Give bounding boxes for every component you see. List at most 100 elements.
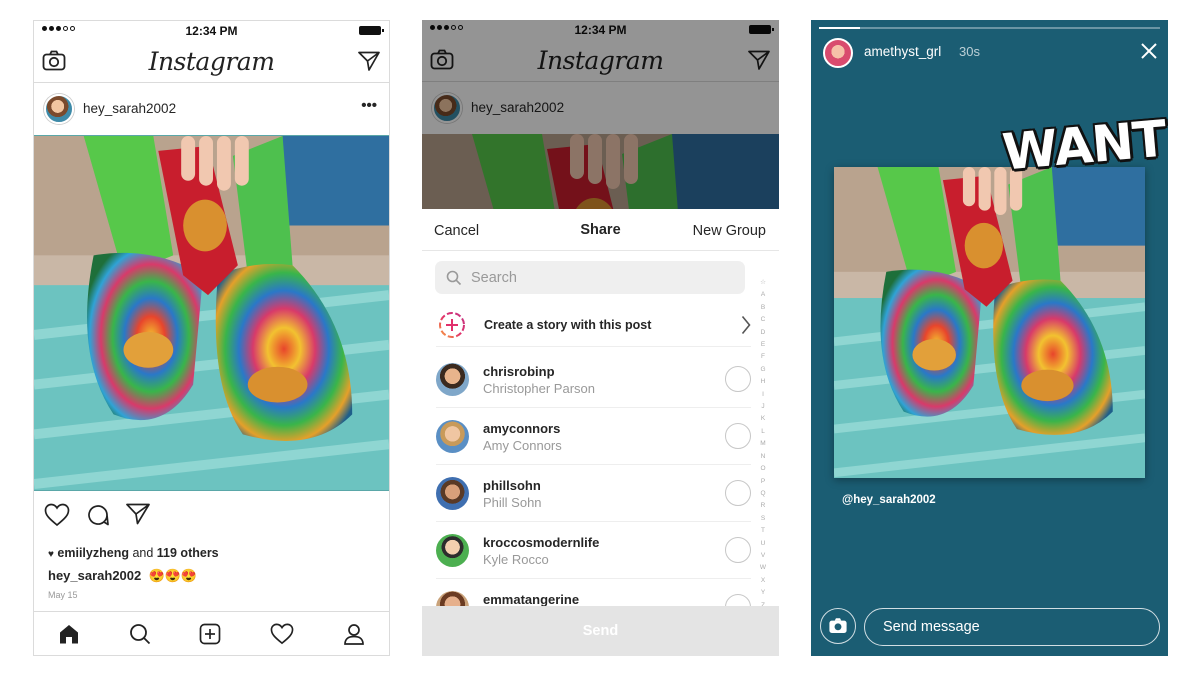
index-letter[interactable]: P: [759, 476, 767, 488]
contact-row[interactable]: kroccosmodernlife Kyle Rocco: [436, 522, 751, 579]
index-letter[interactable]: ☆: [759, 277, 767, 289]
index-letter[interactable]: Y: [759, 587, 767, 599]
index-letter[interactable]: I: [759, 389, 767, 401]
post-photo[interactable]: [34, 135, 389, 491]
battery-icon: [359, 26, 384, 35]
select-radio[interactable]: [725, 480, 751, 506]
avatar: [436, 477, 469, 510]
index-letter[interactable]: O: [759, 463, 767, 475]
top-bar: Instagram: [34, 41, 389, 83]
avatar: [432, 93, 462, 123]
avatar[interactable]: [44, 94, 74, 124]
index-letter[interactable]: S: [759, 513, 767, 525]
index-letter[interactable]: H: [759, 376, 767, 388]
index-letter[interactable]: U: [759, 538, 767, 550]
contact-name: Kyle Rocco: [483, 552, 549, 567]
add-icon[interactable]: [199, 623, 221, 645]
index-letter[interactable]: C: [759, 314, 767, 326]
contact-username: chrisrobinp: [483, 364, 555, 379]
index-letter[interactable]: L: [759, 426, 767, 438]
share-icon[interactable]: [126, 503, 150, 527]
index-letter[interactable]: W: [759, 562, 767, 574]
status-bar: 12:34 PM: [422, 20, 779, 40]
avatar: [436, 363, 469, 396]
post-photo: [422, 134, 779, 209]
index-letter[interactable]: F: [759, 351, 767, 363]
post-actions: [44, 503, 150, 527]
send-button[interactable]: Send: [422, 606, 779, 656]
camera-icon: [828, 617, 848, 635]
index-letter[interactable]: V: [759, 550, 767, 562]
more-options-icon[interactable]: •••: [361, 97, 377, 114]
direct-icon: [748, 50, 770, 70]
caption-username[interactable]: hey_sarah2002: [48, 568, 141, 583]
status-bar: 12:34 PM: [34, 21, 389, 41]
index-letter[interactable]: R: [759, 500, 767, 512]
close-icon[interactable]: [1140, 42, 1158, 60]
select-radio[interactable]: [725, 366, 751, 392]
likes-count[interactable]: 119 others: [157, 546, 219, 560]
index-letter[interactable]: J: [759, 401, 767, 413]
index-letter[interactable]: B: [759, 302, 767, 314]
search-icon[interactable]: [129, 623, 151, 645]
select-radio[interactable]: [725, 537, 751, 563]
select-radio[interactable]: [725, 423, 751, 449]
status-time: 12:34 PM: [185, 24, 238, 38]
instagram-logo: Instagram: [148, 47, 275, 76]
index-letter[interactable]: K: [759, 413, 767, 425]
search-input[interactable]: Search: [435, 261, 745, 294]
likes-line: ♥ emiilyzheng and 119 others: [48, 546, 219, 560]
post-date: May 15: [48, 590, 78, 600]
story-screen: amethyst_grl 30s WANT @hey_sarah2002 Sen…: [811, 20, 1168, 656]
shared-post-photo[interactable]: [834, 167, 1145, 478]
story-username[interactable]: amethyst_grl: [864, 44, 941, 59]
alphabet-index[interactable]: ☆ A B C D E F G H I J K L M N O P Q R S …: [759, 277, 767, 612]
want-sticker[interactable]: WANT: [1000, 110, 1168, 195]
new-group-button[interactable]: New Group: [693, 223, 766, 239]
search-icon: [446, 270, 462, 286]
contact-row[interactable]: chrisrobinp Christopher Parson: [436, 351, 751, 408]
message-input[interactable]: Send message: [864, 608, 1160, 646]
post-username: hey_sarah2002: [471, 100, 565, 115]
battery-icon: [749, 25, 774, 34]
contact-username: kroccosmodernlife: [483, 535, 600, 550]
avatar[interactable]: [823, 38, 853, 68]
avatar: [436, 420, 469, 453]
post-header: hey_sarah2002: [422, 82, 779, 134]
create-story-label: Create a story with this post: [484, 318, 652, 332]
caption: hey_sarah2002 😍😍😍: [48, 568, 197, 584]
story-camera-button[interactable]: [820, 608, 856, 644]
index-letter[interactable]: E: [759, 339, 767, 351]
index-letter[interactable]: A: [759, 289, 767, 301]
tab-bar: [34, 611, 389, 655]
home-icon[interactable]: [58, 623, 80, 645]
create-story-option[interactable]: Create a story with this post: [436, 307, 751, 347]
feed-screen: 12:34 PM Instagram hey_sarah2002 ••• ♥ e…: [33, 20, 390, 656]
contact-name: Amy Connors: [483, 438, 562, 453]
index-letter[interactable]: D: [759, 327, 767, 339]
likes-connector: and: [132, 546, 154, 560]
comment-icon[interactable]: [86, 503, 110, 527]
index-letter[interactable]: M: [759, 438, 767, 450]
contact-username: phillsohn: [483, 478, 541, 493]
add-story-icon: [438, 311, 466, 339]
index-letter[interactable]: X: [759, 575, 767, 587]
index-letter[interactable]: Q: [759, 488, 767, 500]
share-sheet: Cancel Share New Group Search Create a s…: [422, 209, 779, 656]
liked-by-user[interactable]: emiilyzheng: [57, 546, 129, 560]
heart-icon[interactable]: [44, 503, 70, 527]
direct-icon[interactable]: [358, 51, 380, 71]
top-bar: Instagram: [422, 40, 779, 82]
profile-icon[interactable]: [343, 623, 365, 645]
index-letter[interactable]: T: [759, 525, 767, 537]
status-time: 12:34 PM: [574, 23, 627, 37]
contact-row[interactable]: phillsohn Phill Sohn: [436, 465, 751, 522]
search-placeholder: Search: [471, 270, 517, 286]
index-letter[interactable]: G: [759, 364, 767, 376]
contact-row[interactable]: amyconnors Amy Connors: [436, 408, 751, 465]
post-mention[interactable]: @hey_sarah2002: [842, 494, 936, 506]
post-username[interactable]: hey_sarah2002: [83, 101, 176, 116]
activity-icon[interactable]: [270, 623, 294, 645]
avatar: [436, 534, 469, 567]
index-letter[interactable]: N: [759, 451, 767, 463]
